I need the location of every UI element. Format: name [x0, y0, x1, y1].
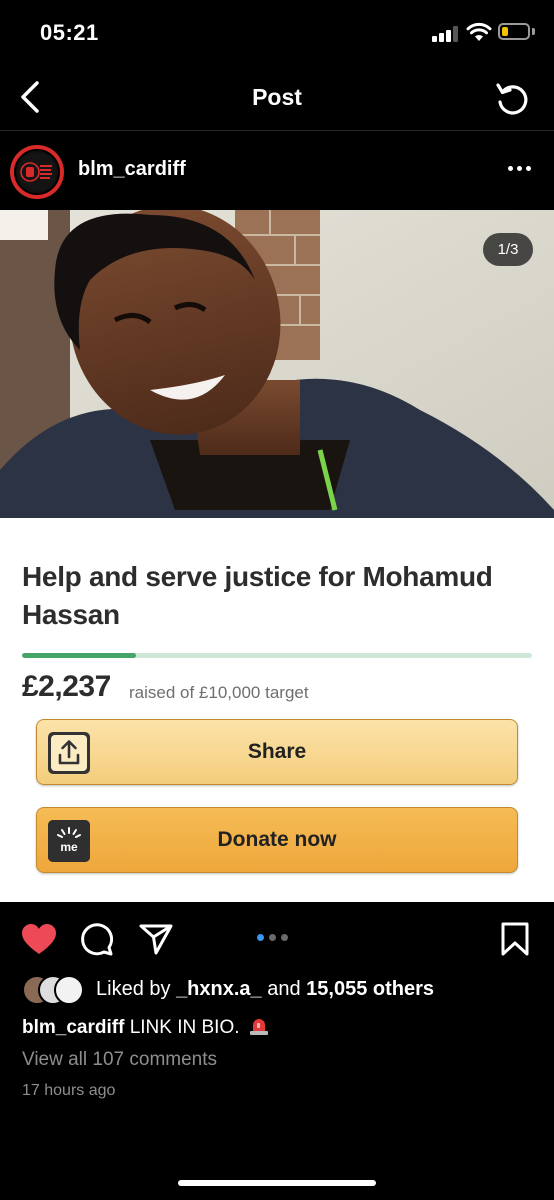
raised-amount: £2,237	[22, 670, 111, 703]
status-time: 05:21	[40, 20, 99, 45]
liked-by-others[interactable]: 15,055 others	[306, 978, 434, 1000]
bookmark-icon[interactable]	[500, 922, 530, 956]
battery-nub	[532, 28, 535, 35]
battery-icon	[498, 23, 530, 40]
carousel-dot	[269, 934, 276, 941]
post-caption: blm_cardiff LINK IN BIO.	[22, 1016, 269, 1039]
wifi-icon	[466, 22, 492, 41]
post-username[interactable]: blm_cardiff	[78, 158, 186, 181]
avatar	[54, 975, 84, 1005]
refresh-button[interactable]	[494, 80, 530, 116]
home-indicator[interactable]	[178, 1180, 376, 1186]
progress-bar	[22, 653, 532, 658]
caption-text: LINK IN BIO.	[129, 1017, 240, 1038]
send-icon[interactable]	[138, 922, 174, 956]
view-comments-link[interactable]: View all 107 comments	[22, 1049, 217, 1071]
nav-divider	[0, 130, 554, 131]
fundraiser-title: Help and serve justice for Mohamud Hassa…	[22, 561, 493, 630]
carousel-dot	[281, 934, 288, 941]
carousel-dot	[257, 934, 264, 941]
liked-by-text[interactable]: Liked by _hxnx.a_ and 15,055 others	[96, 978, 434, 1001]
liked-by-user[interactable]: _hxnx.a_	[176, 978, 262, 1000]
page-title: Post	[252, 84, 302, 110]
siren-emoji-icon	[249, 1019, 268, 1035]
post-media[interactable]: 1/3 Help and serve justice for Mohamud H…	[0, 210, 554, 902]
donate-button[interactable]: me Donate now	[36, 807, 518, 873]
share-label: Share	[247, 740, 307, 763]
liker-avatars[interactable]	[22, 975, 92, 1005]
cellular-signal-icon	[432, 26, 460, 42]
image-counter: 1/3	[483, 233, 533, 266]
post-timestamp: 17 hours ago	[22, 1082, 116, 1099]
battery-level	[502, 27, 508, 36]
share-button[interactable]: Share	[36, 719, 518, 785]
comment-icon[interactable]	[79, 921, 115, 957]
liked-by-and: and	[267, 978, 301, 1000]
more-options-icon[interactable]	[508, 166, 532, 172]
progress-fill	[22, 653, 137, 658]
carousel-indicator	[257, 934, 297, 942]
donate-label: Donate now	[217, 828, 337, 851]
liked-by-prefix: Liked by	[96, 978, 171, 1000]
avatar[interactable]	[14, 149, 60, 195]
raised-target-text: raised of £10,000 target	[129, 683, 309, 702]
raised-fist-logo-icon	[18, 153, 56, 191]
caption-username[interactable]: blm_cardiff	[22, 1017, 124, 1038]
heart-icon[interactable]	[20, 922, 58, 956]
fundraiser-photo: 1/3	[0, 210, 554, 518]
